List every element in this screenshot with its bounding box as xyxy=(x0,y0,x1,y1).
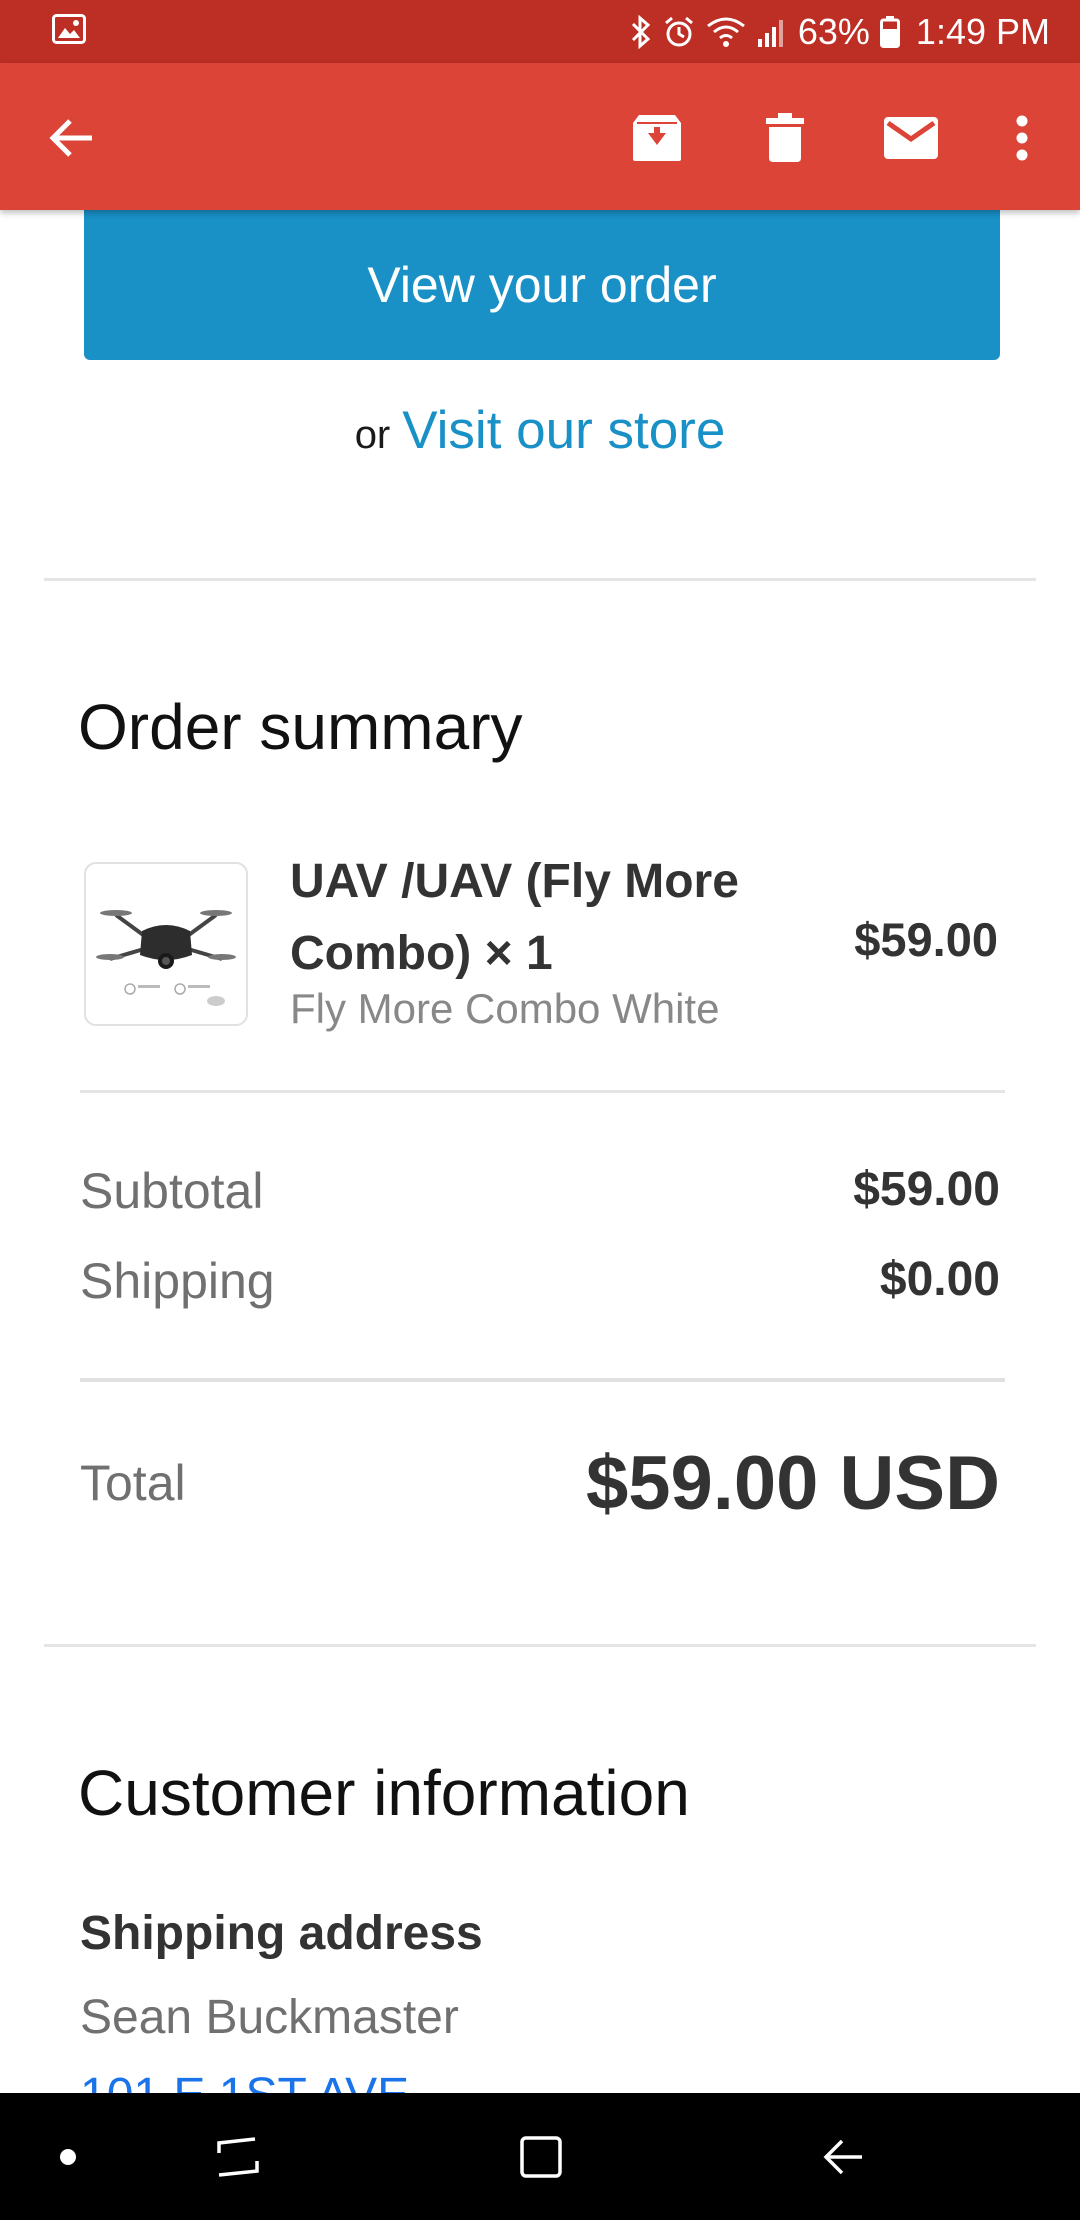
mail-icon[interactable] xyxy=(876,103,946,173)
total-value: $59.00 USD xyxy=(585,1441,1000,1526)
nav-dot-icon[interactable] xyxy=(38,2093,98,2220)
app-bar xyxy=(0,63,1080,210)
totals-divider xyxy=(80,1378,1005,1382)
bluetooth-icon xyxy=(630,14,652,49)
drone-icon xyxy=(96,910,236,1006)
email-body[interactable]: View your order or Visit our store Order … xyxy=(0,210,1080,2093)
shipping-value: $0.00 xyxy=(879,1253,1000,1306)
shipping-address-label: Shipping address xyxy=(80,1907,483,1960)
product-price: $59.00 xyxy=(854,913,998,966)
visit-store-line: or Visit our store xyxy=(0,400,1080,461)
gallery-notification-icon xyxy=(52,14,86,49)
back-icon[interactable] xyxy=(808,2093,878,2220)
battery-icon xyxy=(879,15,900,48)
more-vert-icon[interactable] xyxy=(1000,103,1044,173)
status-bar: 63% 1:49 PM xyxy=(0,0,1080,63)
back-arrow-icon[interactable] xyxy=(36,103,106,173)
alarm-icon xyxy=(662,15,696,49)
total-label: Total xyxy=(80,1455,186,1511)
customer-info-title: Customer information xyxy=(78,1757,690,1829)
battery-percent: 63% xyxy=(797,10,870,52)
navigation-bar xyxy=(0,2093,1080,2220)
or-text: or xyxy=(354,413,391,457)
section-divider xyxy=(44,1644,1036,1647)
clock: 1:49 PM xyxy=(915,10,1050,52)
product-variant: Fly More Combo White xyxy=(290,985,720,1032)
view-order-button[interactable]: View your order xyxy=(84,210,1000,360)
visit-store-link[interactable]: Visit our store xyxy=(402,401,725,460)
product-name: UAV /UAV (Fly More Combo) × 1 xyxy=(290,855,739,980)
item-divider xyxy=(80,1090,1005,1093)
customer-name: Sean Buckmaster xyxy=(80,1991,459,2044)
archive-icon[interactable] xyxy=(622,103,692,173)
delete-icon[interactable] xyxy=(750,103,820,173)
signal-icon xyxy=(756,17,788,47)
subtotal-value: $59.00 xyxy=(853,1163,1000,1216)
shipping-label: Shipping xyxy=(80,1253,275,1309)
subtotal-label: Subtotal xyxy=(80,1163,264,1219)
product-image[interactable] xyxy=(84,862,248,1026)
home-icon[interactable] xyxy=(506,2093,576,2220)
order-summary-title: Order summary xyxy=(78,691,523,763)
address-link[interactable]: 101 E 1ST AVE xyxy=(80,2068,409,2093)
recent-apps-icon[interactable] xyxy=(204,2093,274,2220)
wifi-icon xyxy=(706,16,746,48)
section-divider xyxy=(44,578,1036,581)
